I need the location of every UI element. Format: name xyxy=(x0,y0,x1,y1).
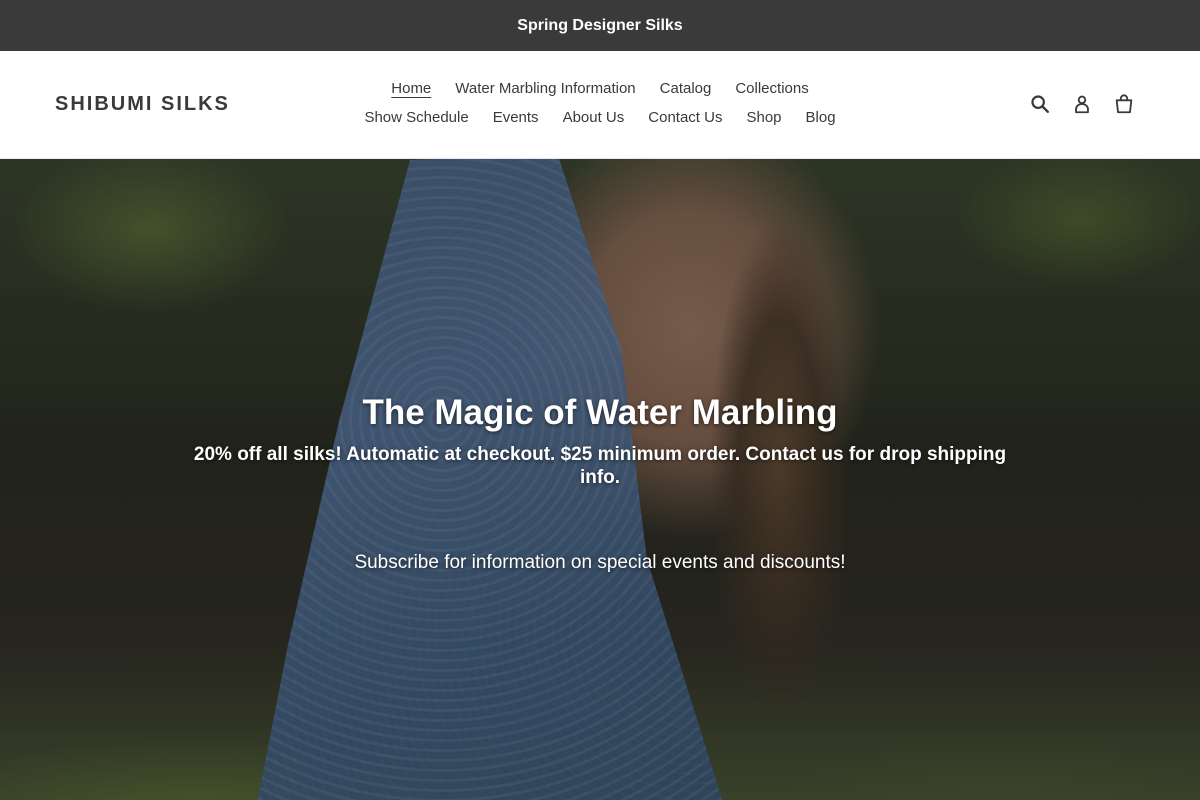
site-logo[interactable]: SHIBUMI SILKS xyxy=(55,93,230,116)
nav-link-catalog[interactable]: Catalog xyxy=(660,77,712,100)
main-nav: Home Water Marbling Information Catalog … xyxy=(320,77,880,129)
site-header: SHIBUMI SILKS Home Water Marbling Inform… xyxy=(0,51,1200,159)
announcement-text: Spring Designer Silks xyxy=(517,16,683,34)
search-icon[interactable] xyxy=(1028,92,1052,116)
nav-link-blog[interactable]: Blog xyxy=(806,106,836,129)
account-icon[interactable] xyxy=(1070,92,1094,116)
nav-link-shop[interactable]: Shop xyxy=(746,106,781,129)
hero-content: The Magic of Water Marbling 20% off all … xyxy=(180,389,1020,575)
cart-icon[interactable] xyxy=(1112,92,1136,116)
nav-link-events[interactable]: Events xyxy=(493,106,539,129)
nav-row-secondary: Show Schedule Events About Us Contact Us… xyxy=(364,106,835,129)
nav-link-about-us[interactable]: About Us xyxy=(563,106,625,129)
nav-link-contact-us[interactable]: Contact Us xyxy=(648,106,722,129)
nav-link-show-schedule[interactable]: Show Schedule xyxy=(364,106,468,129)
hero-banner: The Magic of Water Marbling 20% off all … xyxy=(0,159,1200,800)
header-icons xyxy=(1028,92,1136,116)
nav-link-water-marbling-information[interactable]: Water Marbling Information xyxy=(455,77,635,100)
hero-subtitle: 20% off all silks! Automatic at checkout… xyxy=(193,444,1007,488)
nav-link-collections[interactable]: Collections xyxy=(735,77,808,100)
nav-row-primary: Home Water Marbling Information Catalog … xyxy=(391,77,808,100)
hero-title: The Magic of Water Marbling xyxy=(362,393,838,432)
nav-link-home[interactable]: Home xyxy=(391,77,431,100)
hero-subscribe-text: Subscribe for information on special eve… xyxy=(354,552,846,573)
announcement-bar: Spring Designer Silks xyxy=(0,0,1200,51)
